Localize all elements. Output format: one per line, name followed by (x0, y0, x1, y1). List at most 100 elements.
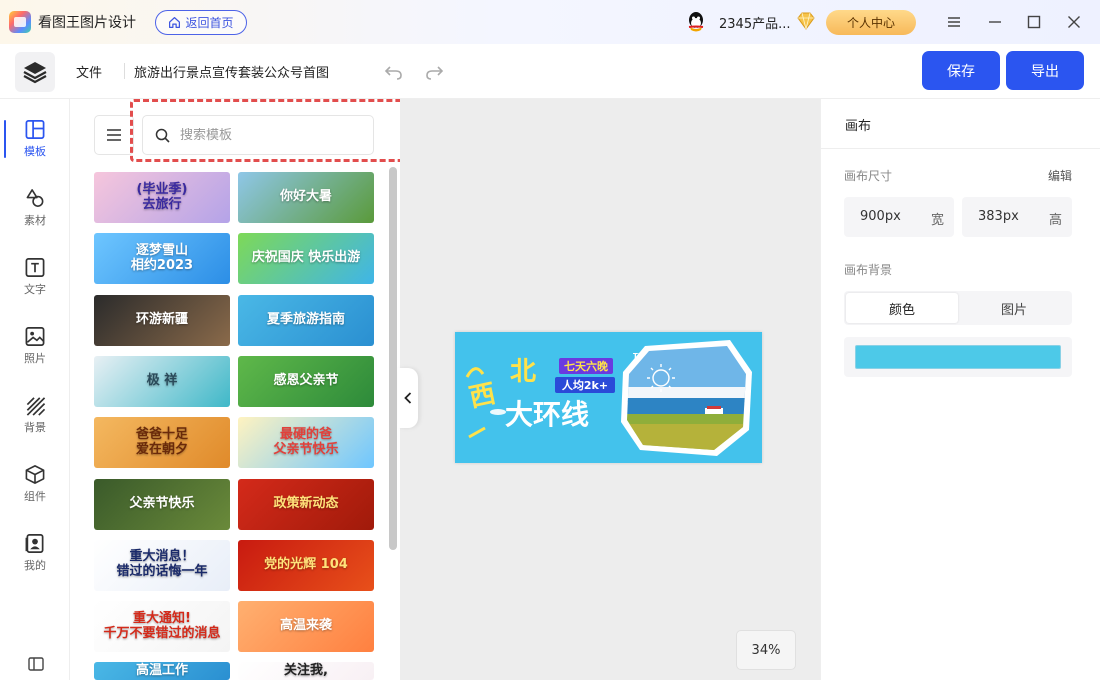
collapse-panel-button[interactable] (398, 368, 418, 428)
undo-icon[interactable] (384, 62, 404, 82)
canvas-height-field[interactable]: 383px 高 (962, 197, 1072, 237)
menu-button[interactable] (944, 12, 964, 32)
template-thumbnail[interactable]: 政策新动态 (238, 478, 374, 530)
template-thumbnail[interactable]: 极 祥 (94, 355, 230, 407)
template-thumbnail[interactable]: 逐梦雪山 相约2023 (94, 233, 230, 285)
decor-stroke (468, 426, 486, 439)
canvas-text-west[interactable]: 西 (467, 379, 499, 414)
template-thumbnail-title: 重大通知! 千万不要错过的消息 (103, 610, 221, 641)
title-bar: 看图王图片设计 返回首页 2345产品... 个人中心 (0, 0, 1100, 44)
template-thumbnail[interactable]: 重大通知! 千万不要错过的消息 (94, 601, 230, 653)
nav-label-mine: 我的 (24, 559, 46, 572)
panel-toggle-icon[interactable] (28, 656, 44, 672)
redo-icon[interactable] (424, 62, 444, 82)
nav-item-templates[interactable]: 模板 (0, 99, 70, 159)
cloud-shape (490, 409, 506, 415)
panel-divider (821, 148, 1100, 149)
template-thumbnail[interactable]: 爸爸十足 爱在朝夕 (94, 417, 230, 469)
template-thumbnail-title: 夏季旅游指南 (266, 311, 345, 327)
template-thumbnail-title: 庆祝国庆 快乐出游 (251, 250, 361, 266)
search-input[interactable] (180, 127, 360, 143)
image-icon (25, 327, 45, 346)
template-thumbnail[interactable]: 重大消息！ 错过的话悔一年 (94, 539, 230, 591)
template-thumbnail[interactable]: 最硬的爸 父亲节快乐 (238, 417, 374, 469)
personal-center-button[interactable]: 个人中心 (826, 10, 916, 35)
canvas-bg-label: 画布背景 (844, 263, 893, 277)
nav-label-photos: 照片 (24, 352, 46, 365)
back-home-label: 返回首页 (185, 16, 234, 30)
template-thumbnail-title: 环游新疆 (135, 311, 188, 327)
nav-item-text[interactable]: 文字 (0, 237, 70, 297)
badge-price-text[interactable]: 人均2k+ (562, 378, 608, 392)
template-thumbnail-title: 极 祥 (146, 372, 178, 388)
template-thumbnail-title: 高温工作 (135, 662, 188, 678)
qq-avatar-icon[interactable] (684, 10, 708, 34)
maximize-button[interactable] (1024, 12, 1044, 32)
home-icon (169, 17, 181, 28)
left-nav: 模板 素材 文字 照片 背景 组件 我的 (0, 99, 70, 680)
nav-item-photos[interactable]: 照片 (0, 306, 70, 366)
shapes-icon (26, 189, 44, 207)
canvas-height-value: 383px (978, 209, 1019, 224)
edit-size-link[interactable]: 编辑 (1048, 167, 1072, 184)
template-thumbnail[interactable]: 高温来袭 (238, 601, 374, 653)
template-search[interactable] (142, 115, 374, 155)
nav-label-templates: 模板 (24, 145, 46, 158)
layers-icon (23, 62, 47, 84)
template-thumbnail-title: 重大消息！ 错过的话悔一年 (116, 549, 208, 580)
bg-color-swatch[interactable] (855, 345, 1061, 369)
nav-item-background[interactable]: 背景 (0, 375, 70, 435)
maximize-icon (1027, 15, 1041, 29)
search-icon (155, 128, 170, 143)
file-menu[interactable]: 文件 (76, 62, 102, 81)
vip-diamond-icon[interactable] (796, 12, 816, 30)
back-home-button[interactable]: 返回首页 (155, 10, 247, 35)
category-menu-button[interactable] (94, 115, 134, 155)
design-canvas[interactable]: 西 北 大环线 七天六晚 人均2k+ TRAVEL (455, 332, 762, 463)
canvas-text-loop[interactable]: 大环线 (505, 398, 589, 431)
template-thumbnail-title: 关注我, (284, 662, 328, 678)
chevron-left-icon (404, 392, 412, 404)
badge-days-text[interactable]: 七天六晚 (564, 359, 608, 373)
template-thumbnail[interactable]: 庆祝国庆 快乐出游 (238, 233, 374, 285)
export-button[interactable]: 导出 (1006, 51, 1084, 90)
canvas-panel-title: 画布 (845, 119, 872, 134)
app-logo-icon (9, 11, 31, 33)
template-thumbnail[interactable]: 关注我, (238, 662, 374, 680)
canvas-size-label: 画布尺寸 (844, 169, 893, 183)
close-button[interactable] (1064, 12, 1084, 32)
nav-item-components[interactable]: 组件 (0, 444, 70, 504)
template-thumbnail-title: 感恩父亲节 (273, 372, 339, 388)
tab-image[interactable]: 图片 (958, 293, 1070, 323)
template-thumbnail[interactable]: 你好大暑 (238, 172, 374, 223)
zoom-level[interactable]: 34% (736, 630, 796, 670)
nav-label-text: 文字 (24, 283, 46, 296)
template-thumbnail[interactable]: 环游新疆 (94, 294, 230, 346)
template-thumbnail[interactable]: 父亲节快乐 (94, 478, 230, 530)
template-thumbnail[interactable]: 党的光辉 104 (238, 539, 374, 591)
my-folder-icon (25, 534, 44, 553)
nav-item-materials[interactable]: 素材 (0, 168, 70, 228)
text-icon (25, 258, 45, 277)
save-button[interactable]: 保存 (922, 51, 1000, 90)
template-thumbnail-title: 父亲节快乐 (129, 495, 195, 511)
cube-icon (25, 465, 45, 484)
design-artwork: 西 北 大环线 七天六晚 人均2k+ TRAVEL (465, 340, 752, 456)
template-thumbnail-title: (毕业季) 去旅行 (136, 181, 188, 212)
layers-logo-button[interactable] (15, 52, 55, 92)
template-scrollbar[interactable] (389, 167, 397, 550)
hamburger-icon (107, 129, 121, 141)
user-name[interactable]: 2345产品... (719, 13, 790, 32)
nav-item-mine[interactable]: 我的 (0, 513, 70, 573)
minimize-button[interactable] (985, 12, 1005, 32)
template-thumbnail[interactable]: 夏季旅游指南 (238, 294, 374, 346)
document-title[interactable]: 旅游出行景点宣传套装公众号首图 (134, 62, 329, 81)
canvas-text-north[interactable]: 北 (510, 357, 536, 387)
tab-color[interactable]: 颜色 (846, 293, 958, 323)
template-thumbnail[interactable]: 感恩父亲节 (238, 355, 374, 407)
nav-label-components: 组件 (24, 490, 46, 503)
template-thumbnail[interactable]: 高温工作 (94, 662, 230, 680)
canvas-width-field[interactable]: 900px 宽 (844, 197, 954, 237)
nav-label-background: 背景 (24, 421, 46, 434)
template-thumbnail[interactable]: (毕业季) 去旅行 (94, 172, 230, 223)
